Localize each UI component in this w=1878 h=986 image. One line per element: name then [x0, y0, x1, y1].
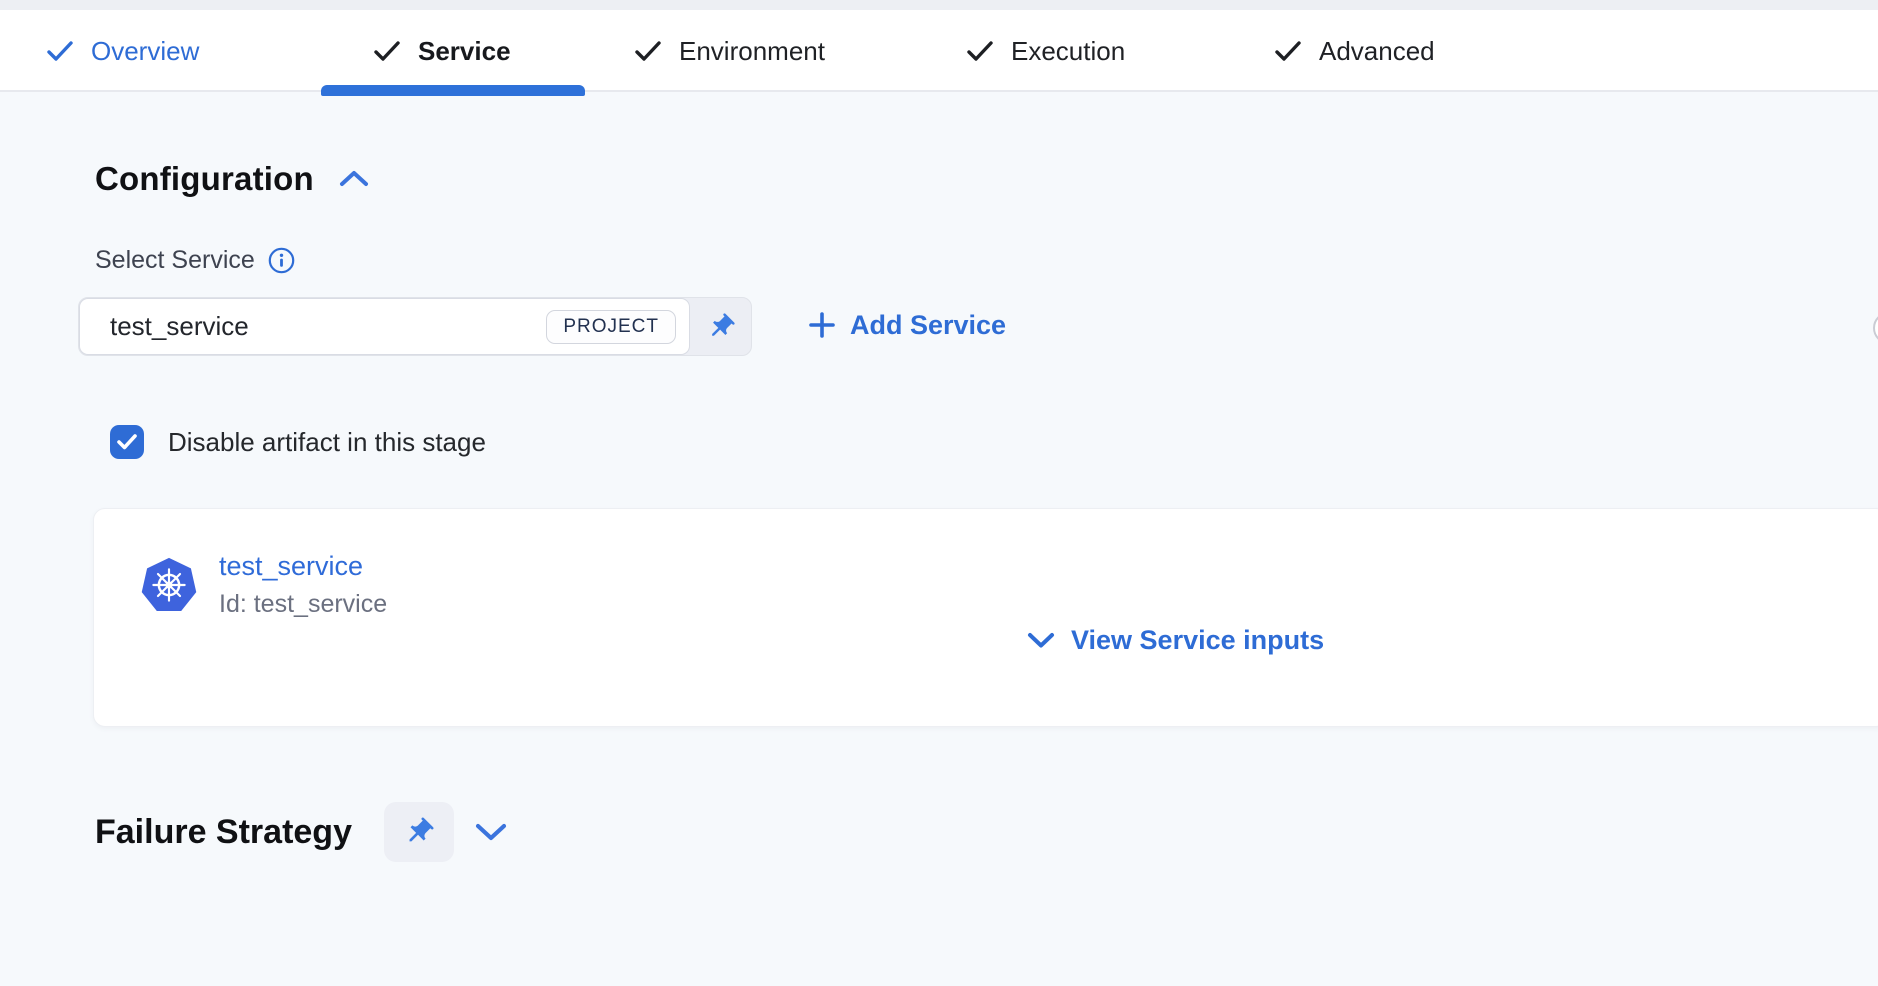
scope-badge: PROJECT	[546, 310, 676, 344]
chevron-down-icon	[1027, 632, 1055, 649]
tab-overview[interactable]: Overview	[47, 10, 199, 92]
add-service-label: Add Service	[850, 310, 1006, 341]
tab-execution[interactable]: Execution	[967, 10, 1125, 92]
failure-strategy-heading: Failure Strategy	[95, 813, 352, 852]
tab-label: Advanced	[1319, 36, 1435, 67]
failure-strategy-section-header: Failure Strategy	[95, 800, 512, 864]
info-icon[interactable]	[268, 247, 295, 274]
check-icon	[116, 433, 138, 451]
view-service-inputs-label: View Service inputs	[1071, 625, 1324, 656]
disable-artifact-checkbox[interactable]	[110, 425, 144, 459]
kubernetes-icon	[141, 557, 197, 613]
failure-strategy-pin-button[interactable]	[384, 802, 454, 862]
service-select-input[interactable]: test_service PROJECT	[79, 298, 690, 355]
active-tab-indicator	[321, 85, 585, 96]
configuration-section-header: Configuration	[95, 160, 374, 198]
panel-edge-button[interactable]	[1873, 312, 1878, 344]
view-service-inputs-button[interactable]: View Service inputs	[1027, 625, 1324, 656]
select-service-label: Select Service	[95, 246, 255, 275]
service-id-text: Id: test_service	[219, 590, 387, 619]
check-icon	[47, 40, 73, 62]
tab-environment[interactable]: Environment	[635, 10, 825, 92]
top-edge-strip	[0, 0, 1878, 10]
service-select-value: test_service	[110, 311, 546, 342]
configuration-collapse-toggle[interactable]	[334, 165, 374, 193]
tab-label: Service	[418, 36, 511, 67]
pin-icon	[403, 816, 435, 848]
chevron-up-icon	[338, 169, 370, 189]
disable-artifact-row: Disable artifact in this stage	[110, 425, 486, 459]
chevron-down-icon	[474, 822, 508, 842]
tab-label: Overview	[91, 36, 199, 67]
plus-icon	[808, 311, 836, 339]
stage-tab-bar: Overview Service Environment Execution A…	[0, 10, 1878, 92]
add-service-button[interactable]: Add Service	[808, 304, 1006, 346]
check-icon	[1275, 40, 1301, 62]
check-icon	[967, 40, 993, 62]
check-icon	[635, 40, 661, 62]
failure-strategy-expand-button[interactable]	[470, 818, 512, 846]
tab-advanced[interactable]: Advanced	[1275, 10, 1435, 92]
pin-service-button[interactable]	[690, 298, 751, 355]
selected-service-card: test_service Id: test_service View Servi…	[93, 508, 1878, 727]
check-icon	[374, 40, 400, 62]
pin-icon	[706, 312, 736, 342]
service-select-group: test_service PROJECT	[78, 297, 752, 356]
tab-service[interactable]: Service	[374, 10, 511, 92]
configuration-heading: Configuration	[95, 160, 314, 198]
select-service-label-row: Select Service	[95, 246, 295, 275]
tab-label: Execution	[1011, 36, 1125, 67]
disable-artifact-label[interactable]: Disable artifact in this stage	[168, 427, 486, 458]
tab-label: Environment	[679, 36, 825, 67]
service-name-link[interactable]: test_service	[219, 551, 363, 582]
